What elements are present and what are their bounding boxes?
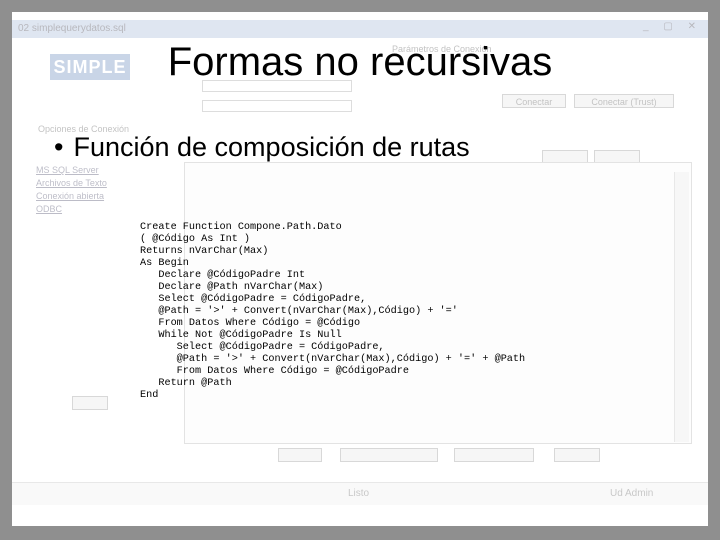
bottom-button-2[interactable] <box>340 448 438 462</box>
code-line: Declare @Path nVarChar(Max) <box>140 282 324 293</box>
code-line: While Not @CódigoPadre Is Null <box>140 330 342 341</box>
code-line: Return @Path <box>140 378 232 389</box>
editor-scrollbar[interactable] <box>674 172 689 442</box>
connection-type-list: MS SQL Server Archivos de Texto Conexión… <box>36 164 146 216</box>
code-line: ( @Código As Int ) <box>140 234 251 245</box>
connect-button[interactable]: Conectar <box>502 94 566 108</box>
code-line: From Datos Where Código = @Código <box>140 318 361 329</box>
window-title: 02 simplequerydatos.sql <box>18 23 126 34</box>
bottom-button-1[interactable] <box>278 448 322 462</box>
code-line: @Path = '>' + Convert(nVarChar(Max),Códi… <box>140 306 458 317</box>
connect-trust-button[interactable]: Conectar (Trust) <box>574 94 674 108</box>
slide-title: Formas no recursivas <box>167 40 553 84</box>
code-line: Returns nVarChar(Max) <box>140 246 269 257</box>
window-controls[interactable]: _ ▢ ✕ <box>643 21 702 32</box>
code-line: Select @CódigoPadre = CódigoPadre, <box>140 342 385 353</box>
database-field[interactable] <box>202 100 352 112</box>
code-line: End <box>140 390 159 401</box>
bullet-dot-icon: • <box>54 132 64 162</box>
code-line: As Begin <box>140 258 189 269</box>
connection-type-item[interactable]: Conexión abierta <box>36 190 146 203</box>
status-right: Ud Admin <box>610 488 654 499</box>
window-title-bar: 02 simplequerydatos.sql <box>12 20 708 38</box>
code-line: Declare @CódigoPadre Int <box>140 270 306 281</box>
connection-type-item[interactable]: ODBC <box>36 203 146 216</box>
bullet-item: • Función de composición de rutas <box>54 132 470 163</box>
bullet-text: Función de composición de rutas <box>73 132 470 162</box>
connection-type-item[interactable]: MS SQL Server <box>36 164 146 177</box>
bottom-button-3[interactable] <box>454 448 534 462</box>
connection-type-item[interactable]: Archivos de Texto <box>36 177 146 190</box>
code-line: Create Function Compone.Path.Dato <box>140 222 342 233</box>
code-line: From Datos Where Código = @CódigoPadre <box>140 366 409 377</box>
bottom-button-4[interactable] <box>554 448 600 462</box>
code-line: @Path = '>' + Convert(nVarChar(Max),Códi… <box>140 354 526 365</box>
code-block: Create Function Compone.Path.Dato ( @Cód… <box>140 222 525 402</box>
slide: 02 simplequerydatos.sql _ ▢ ✕ SIMPLE Par… <box>12 12 708 526</box>
status-left: Listo <box>348 488 370 499</box>
exit-button[interactable] <box>72 396 108 410</box>
code-line: Select @CódigoPadre = CódigoPadre, <box>140 294 367 305</box>
